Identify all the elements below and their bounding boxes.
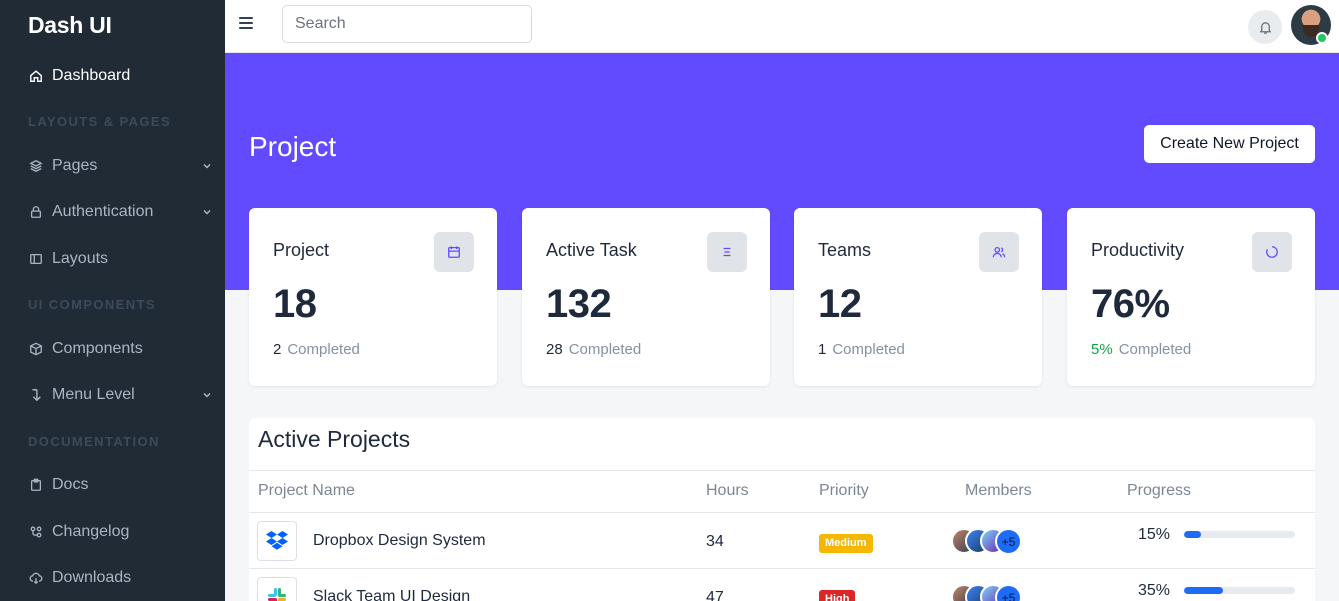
stat-footer: 5% Completed <box>1091 341 1191 358</box>
project-name[interactable]: Slack Team UI Design <box>313 588 470 601</box>
progress-bar <box>1184 587 1295 594</box>
arrow-down-icon <box>28 387 44 403</box>
users-icon <box>979 232 1019 272</box>
stat-title: Productivity <box>1091 240 1185 260</box>
layers-icon <box>28 158 44 174</box>
stat-footer: 1 Completed <box>818 341 905 358</box>
stat-value: 18 <box>273 282 317 326</box>
chevron-down-icon <box>201 206 213 218</box>
progress-bar <box>1184 531 1295 538</box>
chevron-down-icon <box>201 160 213 172</box>
stat-footer: 2 Completed <box>273 341 360 358</box>
sidebar-item-label: Changelog <box>52 523 130 540</box>
sidebar-item-components[interactable]: Components <box>28 340 213 358</box>
page-title: Project <box>249 131 337 162</box>
progress-fill <box>1184 587 1223 594</box>
sidebar-item-authentication[interactable]: Authentication <box>28 203 213 221</box>
sidebar: Dash UI Dashboard LAYOUTS & PAGES Pages … <box>0 0 225 601</box>
sidebar-item-pages[interactable]: Pages <box>28 157 213 175</box>
stat-card-productivity: Productivity 76% 5% Completed <box>1067 208 1315 386</box>
menu-icon[interactable] <box>239 17 253 31</box>
online-status-dot <box>1316 32 1328 44</box>
progress-label: 35% <box>1138 582 1171 599</box>
stat-card-active-task: Active Task 132 28 Completed <box>522 208 770 386</box>
sidebar-item-label: Layouts <box>52 250 109 267</box>
slack-icon <box>257 577 297 601</box>
divider <box>249 470 1315 471</box>
lock-icon <box>28 204 44 220</box>
stat-card-project: Project 18 2 Completed <box>249 208 497 386</box>
sidebar-item-docs[interactable]: Docs <box>28 476 213 494</box>
sidebar-item-label: Downloads <box>52 569 132 586</box>
table-row[interactable]: Dropbox Design System 34 Medium +5 15% <box>249 513 1315 569</box>
home-icon <box>28 68 44 84</box>
stat-completed-label: Completed <box>568 341 642 358</box>
project-name[interactable]: Dropbox Design System <box>313 532 486 550</box>
project-hours: 47 <box>706 589 724 601</box>
sidebar-item-changelog[interactable]: Changelog <box>28 523 213 541</box>
package-icon <box>28 341 44 357</box>
sidebar-item-label: Authentication <box>52 203 154 220</box>
sidebar-icon <box>28 251 44 267</box>
git-icon <box>28 524 44 540</box>
table-row[interactable]: Slack Team UI Design 47 High +5 35% <box>249 569 1315 601</box>
stat-completed-count: 5% <box>1091 341 1113 358</box>
stat-value: 132 <box>546 282 612 326</box>
sidebar-item-label: Components <box>52 340 143 357</box>
stat-completed-label: Completed <box>287 341 360 358</box>
sidebar-item-downloads[interactable]: Downloads <box>28 569 213 587</box>
members-more-count: +5 <box>995 584 1022 601</box>
target-icon <box>1252 232 1292 272</box>
sidebar-item-label: Menu Level <box>52 386 135 403</box>
members-avatars[interactable]: +5 <box>951 528 1031 555</box>
members-more-count: +5 <box>995 528 1022 555</box>
project-hours: 34 <box>706 533 724 550</box>
stat-card-teams: Teams 12 1 Completed <box>794 208 1042 386</box>
cloud-download-icon <box>28 570 44 586</box>
brand-logo[interactable]: Dash UI <box>28 12 112 39</box>
sidebar-item-dashboard[interactable]: Dashboard <box>28 67 213 85</box>
priority-badge: High <box>819 590 856 601</box>
search-input[interactable] <box>282 5 532 43</box>
progress-label: 15% <box>1138 526 1171 543</box>
bell-icon[interactable] <box>1248 10 1282 44</box>
sidebar-heading-ui-components: UI COMPONENTS <box>28 297 156 312</box>
stat-footer: 28 Completed <box>546 341 641 358</box>
sidebar-item-menu-level[interactable]: Menu Level <box>28 386 213 404</box>
dropbox-icon <box>257 521 297 561</box>
column-header-priority[interactable]: Priority <box>819 482 869 500</box>
column-header-progress[interactable]: Progress <box>1127 482 1191 500</box>
stat-completed-label: Completed <box>1118 341 1192 358</box>
topbar <box>225 0 1339 53</box>
members-avatars[interactable]: +5 <box>951 584 1031 601</box>
active-projects-card: Active Projects Project Name Hours Prior… <box>249 418 1315 601</box>
stat-title: Project <box>273 240 330 260</box>
create-new-project-button[interactable]: Create New Project <box>1144 125 1315 163</box>
stat-title: Teams <box>818 240 872 260</box>
stat-completed-count: 2 <box>273 341 282 358</box>
sidebar-heading-documentation: DOCUMENTATION <box>28 434 160 449</box>
progress-fill <box>1184 531 1201 538</box>
stat-completed-label: Completed <box>832 341 905 358</box>
chevron-down-icon <box>201 389 213 401</box>
stat-completed-count: 28 <box>546 341 563 358</box>
column-header-members[interactable]: Members <box>965 482 1032 500</box>
sidebar-item-label: Dashboard <box>52 67 131 84</box>
stat-completed-count: 1 <box>818 341 827 358</box>
stat-title: Active Task <box>546 240 637 260</box>
stat-value: 76% <box>1091 282 1170 326</box>
sidebar-item-layouts[interactable]: Layouts <box>28 250 213 268</box>
column-header-hours[interactable]: Hours <box>706 482 749 500</box>
clipboard-icon <box>28 477 44 493</box>
section-title: Active Projects <box>258 426 411 452</box>
priority-badge: Medium <box>819 534 873 553</box>
stat-value: 12 <box>818 282 862 326</box>
sidebar-item-label: Pages <box>52 157 98 174</box>
sidebar-heading-layouts: LAYOUTS & PAGES <box>28 114 172 129</box>
sidebar-item-label: Docs <box>52 476 89 493</box>
column-header-project-name[interactable]: Project Name <box>258 482 355 500</box>
calendar-icon <box>434 232 474 272</box>
list-icon <box>707 232 747 272</box>
